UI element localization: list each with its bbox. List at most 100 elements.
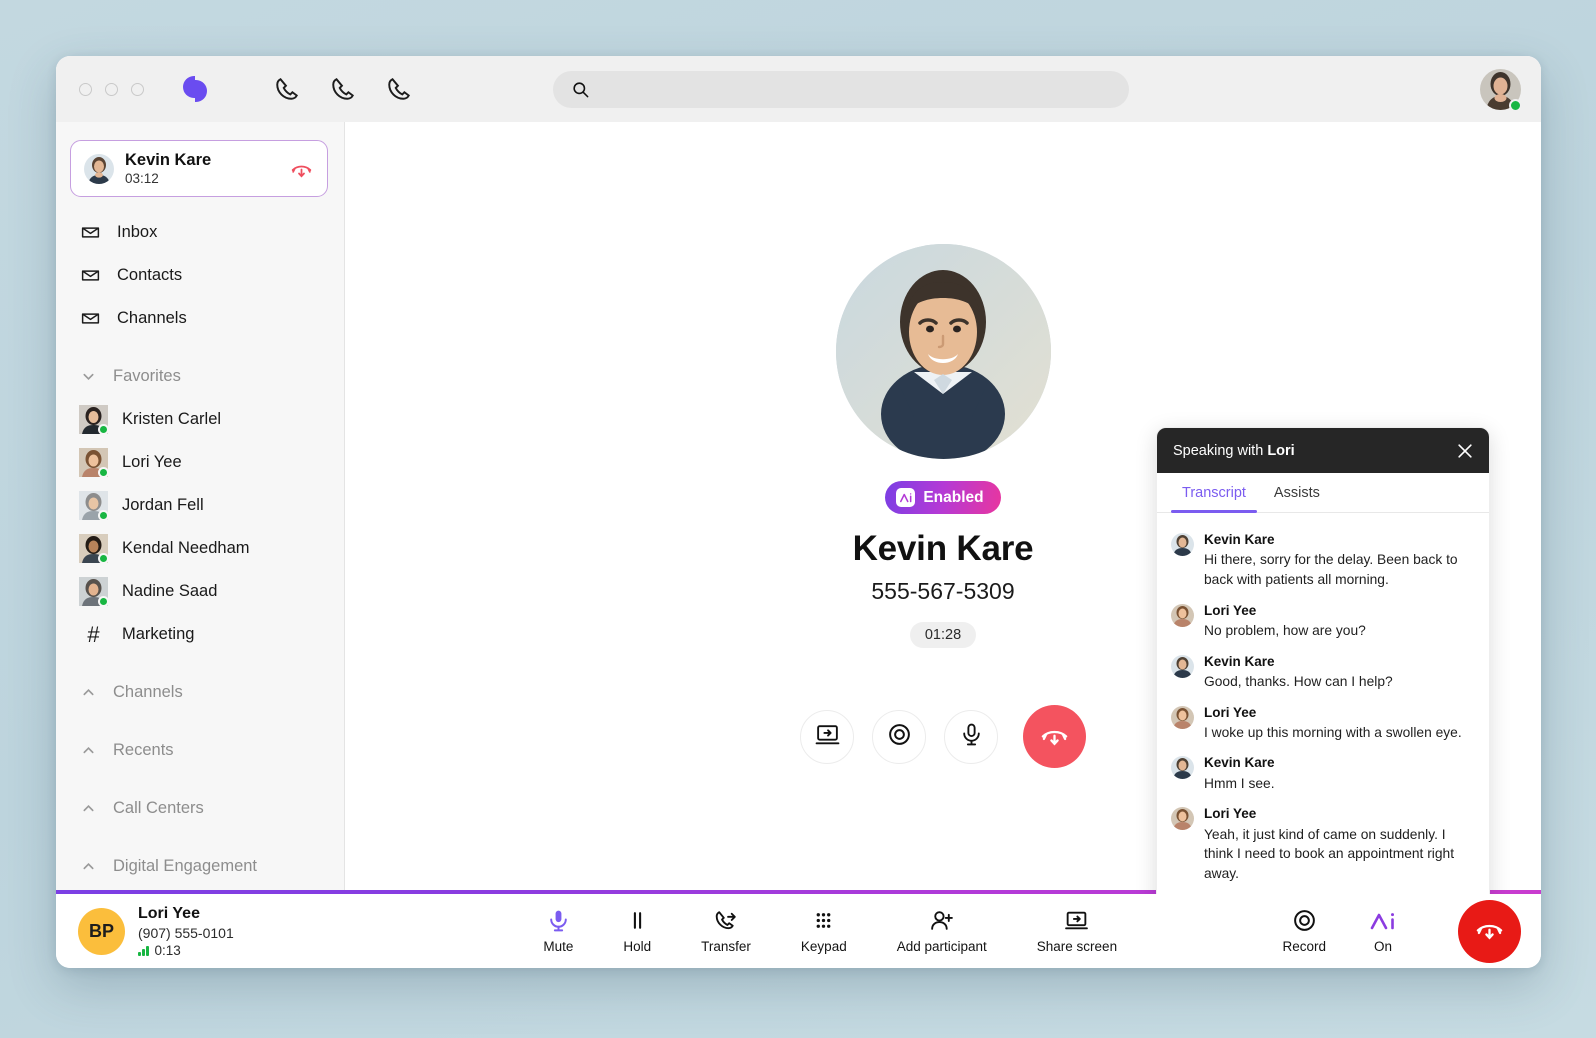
search-container[interactable] [553,71,1129,108]
tab-assists[interactable]: Assists [1263,473,1331,513]
call-bar-phone: (907) 555-0101 [138,925,234,941]
message-text: Yeah, it just kind of came on suddenly. … [1204,825,1473,884]
sidebar-item-channels[interactable]: Channels [56,297,344,340]
sidebar-item-label: Channels [117,309,187,328]
control-label: Keypad [801,939,847,954]
phone-icon[interactable] [386,76,412,102]
pause-icon [625,908,650,933]
message-body: Kevin Kare Good, thanks. How can I help? [1204,653,1473,692]
message-speaker: Kevin Kare [1204,532,1275,547]
avatar [1171,655,1194,678]
phone-icon[interactable] [330,76,356,102]
hangup-icon [1474,913,1505,949]
search-input[interactable] [553,71,1129,108]
close-icon[interactable] [1455,441,1475,461]
chevron-up-icon [81,859,96,874]
transfer-icon [714,908,739,933]
section-label: Channels [113,683,183,702]
window-traffic-lights[interactable] [79,83,144,96]
chevron-up-icon [81,801,96,816]
sidebar-person-kristen-carlel[interactable]: Kristen Carlel [56,398,344,441]
sidebar-section-call-centers[interactable]: Call Centers [56,786,344,830]
record-button[interactable] [872,710,926,764]
hold-button[interactable]: Hold [623,908,651,954]
transcript-message: Kevin Kare Good, thanks. How can I help? [1157,648,1489,699]
end-call-button[interactable] [1458,900,1521,963]
keypad-button[interactable]: Keypad [801,908,847,954]
transcript-messages[interactable]: Kevin Kare Hi there, sorry for the delay… [1157,513,1489,931]
sidebar-section-channels[interactable]: Channels [56,670,344,714]
person-name: Lori Yee [122,453,182,472]
end-call-button[interactable] [1023,705,1086,768]
chevron-down-icon [81,369,96,384]
call-bar-duration: 0:13 [155,943,181,958]
microphone-icon [959,722,984,752]
titlebar-phone-actions[interactable] [274,76,412,102]
caller-avatar [836,244,1051,459]
transcript-message: Lori Yee Yeah, it just kind of came on s… [1157,800,1489,890]
section-label: Recents [113,741,174,760]
hangup-icon[interactable] [289,156,314,181]
sidebar-item-label: Contacts [117,266,182,285]
desktop-background: Kevin Kare 03:12 Inbox [0,0,1596,1038]
message-speaker: Lori Yee [1204,603,1256,618]
sidebar-item-inbox[interactable]: Inbox [56,211,344,254]
call-bar-name: Lori Yee [138,904,234,923]
call-bar-contact-info: Lori Yee (907) 555-0101 0:13 [138,904,234,958]
transfer-button[interactable]: Transfer [701,908,751,954]
channel-name: Marketing [122,625,194,644]
person-name: Jordan Fell [122,496,204,515]
sidebar-section-favorites[interactable]: Favorites [56,354,344,398]
status-badge [98,553,109,564]
message-body: Kevin Kare Hi there, sorry for the delay… [1204,531,1473,590]
phone-icon[interactable] [274,76,300,102]
title-bar [56,56,1541,122]
sidebar-channel-marketing[interactable]: # Marketing [56,613,344,656]
control-label: Record [1282,939,1326,954]
transcript-message: Kevin Kare Hi there, sorry for the delay… [1157,526,1489,597]
message-speaker: Kevin Kare [1204,755,1275,770]
minimize-window-button[interactable] [105,83,118,96]
sidebar-item-contacts[interactable]: Contacts [56,254,344,297]
active-call-card[interactable]: Kevin Kare 03:12 [70,140,328,197]
ai-icon [1368,908,1398,933]
chevron-up-icon [81,743,96,758]
share-screen-icon [815,722,840,752]
add-person-icon [929,908,954,933]
call-bar-duration-row: 0:13 [138,943,234,958]
share-screen-button[interactable] [800,710,854,764]
share-screen-button[interactable]: Share screen [1037,908,1117,954]
sidebar-person-nadine-saad[interactable]: Nadine Saad [56,570,344,613]
signal-bars-icon [138,945,149,956]
sidebar-person-kendal-needham[interactable]: Kendal Needham [56,527,344,570]
section-label: Digital Engagement [113,857,257,876]
mute-button[interactable] [944,710,998,764]
maximize-window-button[interactable] [131,83,144,96]
sidebar-person-jordan-fell[interactable]: Jordan Fell [56,484,344,527]
call-bar-contact: BP Lori Yee (907) 555-0101 0:13 [78,904,378,958]
close-window-button[interactable] [79,83,92,96]
message-text: I woke up this morning with a swollen ey… [1204,723,1473,743]
sidebar-section-digital-engagement[interactable]: Digital Engagement [56,844,344,888]
main-content: Enabled Kevin Kare 555-567-5309 01:28 [345,122,1541,890]
stage-call-controls [800,705,1086,768]
tab-transcript[interactable]: Transcript [1171,473,1257,513]
app-window: Kevin Kare 03:12 Inbox [56,56,1541,968]
mute-button[interactable]: Mute [543,908,573,954]
sidebar-section-recents[interactable]: Recents [56,728,344,772]
status-badge [98,467,109,478]
active-call-meta: Kevin Kare 03:12 [125,151,278,186]
avatar [79,448,108,477]
sidebar-person-lori-yee[interactable]: Lori Yee [56,441,344,484]
ai-badge-label: Enabled [923,489,983,507]
ai-toggle-button[interactable]: On [1368,908,1398,954]
sidebar-item-label: Inbox [117,223,157,242]
message-body: Lori Yee No problem, how are you? [1204,602,1473,641]
record-button[interactable]: Record [1282,908,1326,954]
share-screen-icon [1064,908,1089,933]
message-text: Good, thanks. How can I help? [1204,672,1473,692]
add-participant-button[interactable]: Add participant [897,908,987,954]
message-text: No problem, how are you? [1204,621,1473,641]
keypad-icon [811,908,836,933]
active-call-name: Kevin Kare [125,151,278,170]
